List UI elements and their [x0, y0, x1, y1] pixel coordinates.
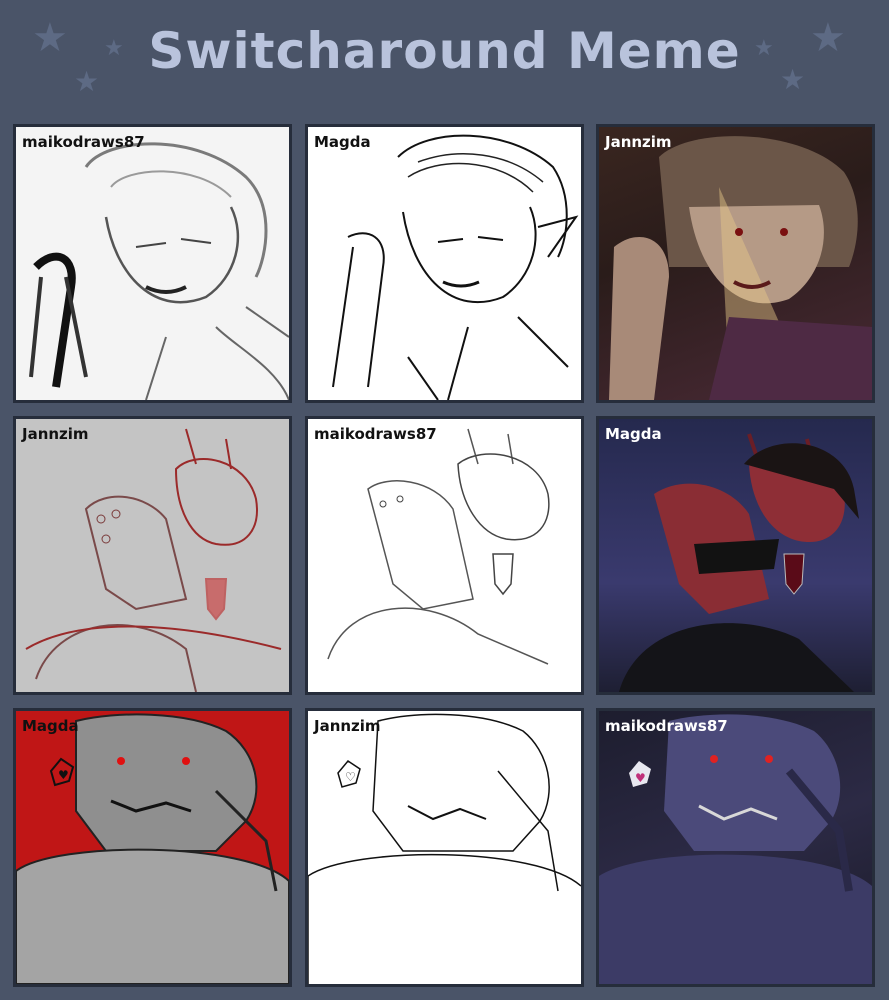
svg-text:♥: ♥	[635, 771, 646, 785]
panel-sketch: ♥ Magda	[13, 708, 292, 987]
panel-painted: Magda	[596, 416, 875, 695]
artist-label: maikodraws87	[605, 717, 728, 735]
painted-artwork	[609, 136, 872, 400]
sketch-artwork: ♥	[16, 713, 289, 984]
panel-sketch: Jannzim	[13, 416, 292, 695]
page-title: Switcharound Meme	[148, 22, 741, 80]
artist-label: Magda	[22, 717, 79, 735]
svg-text:♡: ♡	[345, 770, 356, 784]
artist-label: Jannzim	[605, 133, 672, 151]
artist-label: Magda	[605, 425, 662, 443]
artist-label: Jannzim	[22, 425, 89, 443]
artist-label: maikodraws87	[314, 425, 437, 443]
lineart-artwork: ♡	[308, 713, 581, 984]
artist-label: Magda	[314, 133, 371, 151]
svg-text:♥: ♥	[58, 768, 69, 782]
panel-sketch: maikodraws87	[13, 124, 292, 403]
painted-artwork: ♥	[599, 714, 872, 984]
artist-label: Jannzim	[314, 717, 381, 735]
panel-painted: Jannzim	[596, 124, 875, 403]
sketch-artwork	[29, 142, 289, 400]
panel-lineart: ♡ Jannzim	[305, 708, 584, 987]
panel-lineart: maikodraws87	[305, 416, 584, 695]
lineart-artwork	[332, 134, 579, 400]
painted-artwork	[619, 433, 859, 692]
lineart-artwork	[327, 428, 550, 665]
sketch-artwork	[25, 428, 282, 692]
panel-lineart: Magda	[305, 124, 584, 403]
panel-painted: ♥ maikodraws87	[596, 708, 875, 987]
artist-label: maikodraws87	[22, 133, 145, 151]
